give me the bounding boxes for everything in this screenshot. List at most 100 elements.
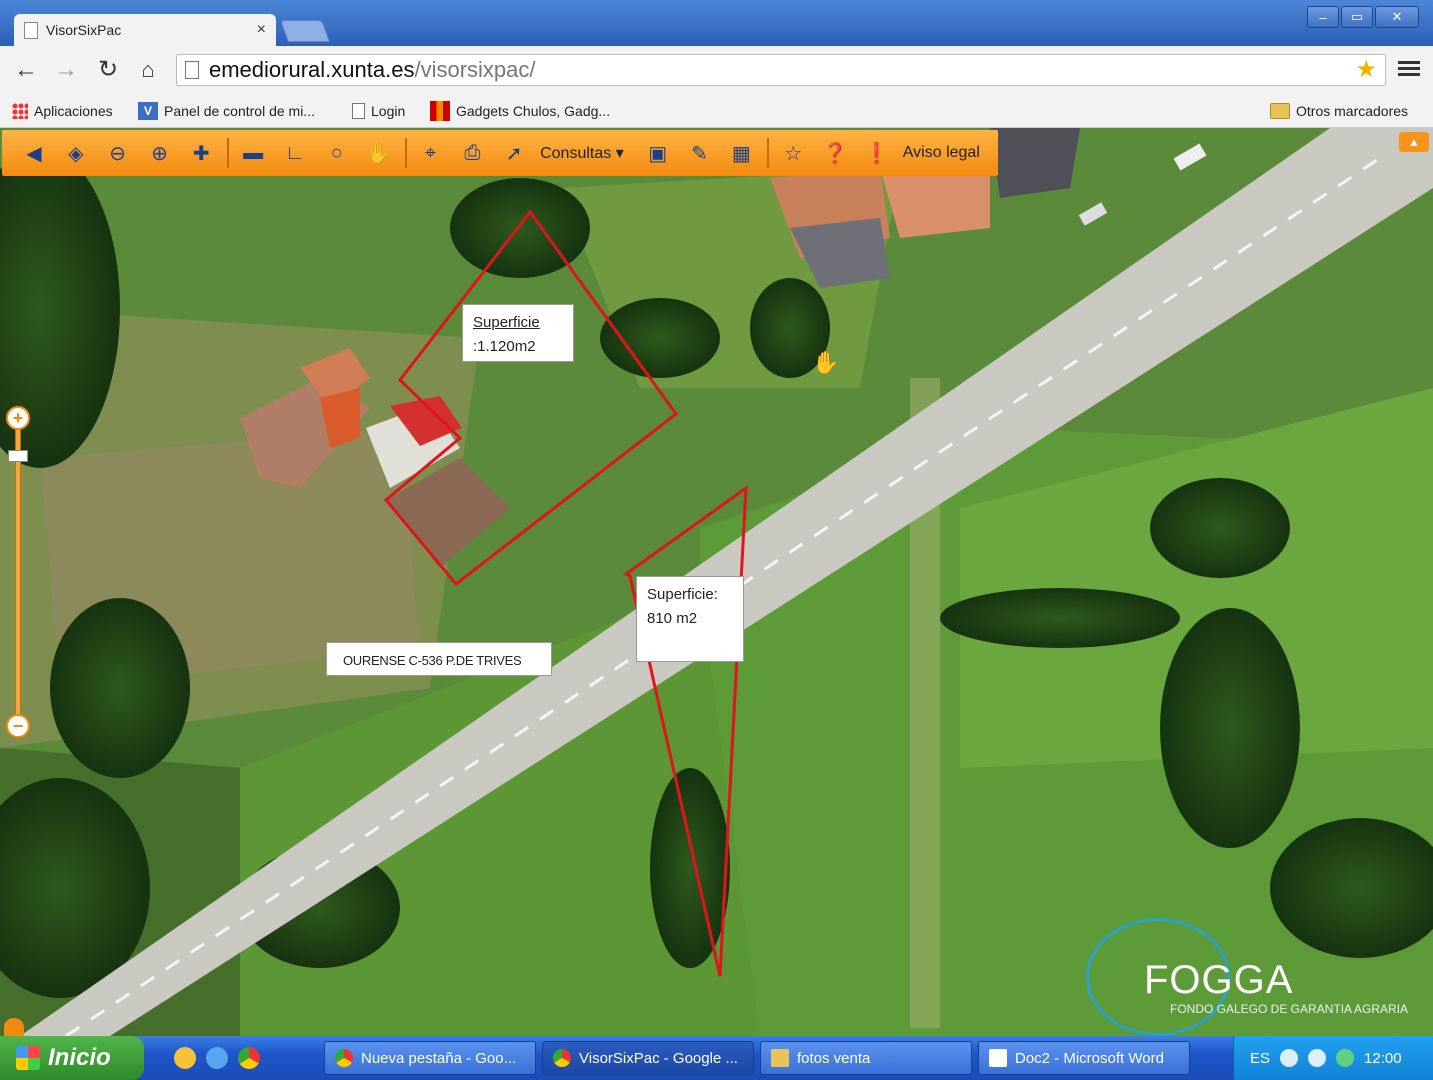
windows-logo-icon	[16, 1046, 40, 1070]
bookmarks-bar: Aplicaciones V Panel de control de mi...…	[0, 94, 1433, 128]
bookmark-apps[interactable]: Aplicaciones	[12, 100, 113, 122]
gadgets-icon	[430, 101, 450, 121]
map-viewer[interactable]: ◀ ◈ ⊖ ⊕ ✚ ▬ ∟ ○ ✋ ⌖ ⎙ ➚ Consultas ▾ ▣ ✎ …	[0, 128, 1433, 1036]
reload-icon[interactable]: ↻	[94, 56, 122, 84]
parcel-2-value: 810 m2	[647, 610, 698, 627]
chrome-menu-icon[interactable]	[1398, 58, 1420, 80]
start-button[interactable]: Inicio	[0, 1036, 144, 1080]
parcel-1-area-label: Superficie :1.120m2	[462, 304, 574, 362]
system-tray: ES 12:00	[1233, 1036, 1433, 1080]
back-arrow-icon[interactable]: ←	[12, 56, 40, 84]
measure-area-icon[interactable]: ○	[321, 137, 353, 169]
page-icon	[185, 61, 199, 79]
messenger-icon[interactable]	[174, 1047, 196, 1069]
zoom-minus-button[interactable]: −	[6, 714, 30, 738]
page-icon	[352, 103, 365, 119]
bookmark-label: Panel de control de mi...	[164, 103, 315, 119]
help-icon[interactable]: ❓	[819, 137, 851, 169]
bookmark-panel[interactable]: V Panel de control de mi...	[138, 100, 315, 122]
windows-taskbar: Inicio Nueva pestaña - Goo... VisorSixPa…	[0, 1036, 1433, 1080]
url-host: emediorural.xunta.es	[209, 57, 415, 82]
consultas-menu[interactable]: Consultas ▾	[540, 143, 624, 163]
measure-angle-icon[interactable]: ∟	[279, 137, 311, 169]
bookmark-login[interactable]: Login	[352, 100, 405, 122]
taskbar-item-new-tab[interactable]: Nueva pestaña - Goo...	[324, 1041, 536, 1075]
apps-icon	[12, 103, 28, 119]
map-thumbnail-icon[interactable]: ▦	[725, 137, 757, 169]
toolbar-separator	[767, 138, 770, 168]
start-label: Inicio	[48, 1044, 111, 1071]
bookmark-label: Gadgets Chulos, Gadg...	[456, 103, 611, 119]
hand-cursor-icon: ✋	[812, 350, 840, 375]
pan-hand-icon[interactable]: ✋	[363, 137, 395, 169]
ie-icon[interactable]	[206, 1047, 228, 1069]
toolbar-separator	[404, 138, 407, 168]
parcel-1-value: :1.120m2	[473, 338, 536, 355]
zoom-thumb[interactable]	[8, 450, 28, 462]
map-corner-handle[interactable]	[4, 1018, 24, 1036]
bookmark-label: Aplicaciones	[34, 103, 113, 119]
taskbar-item-fotos[interactable]: fotos venta	[760, 1041, 972, 1075]
taskbar-item-label: VisorSixPac - Google ...	[579, 1049, 738, 1067]
quick-launch	[174, 1047, 324, 1069]
zoom-out-icon[interactable]: ⊖	[102, 137, 134, 169]
url-path: /visorsixpac/	[414, 57, 536, 82]
bookmark-star-icon[interactable]: ★	[1355, 55, 1377, 85]
toolbar-separator	[227, 138, 230, 168]
folder-icon	[1270, 103, 1290, 119]
language-indicator[interactable]: ES	[1250, 1050, 1270, 1067]
crosshair-icon[interactable]: ✚	[185, 137, 217, 169]
aviso-legal-link[interactable]: Aviso legal	[903, 144, 980, 162]
volume-icon[interactable]	[1308, 1049, 1327, 1067]
print-icon[interactable]: ⎙	[456, 137, 488, 169]
close-window-button[interactable]: ✕	[1375, 6, 1419, 28]
parcel-1-title: Superficie	[473, 314, 540, 331]
v-icon: V	[138, 102, 158, 120]
forward-arrow-icon[interactable]: →	[52, 56, 80, 84]
toolbar-collapse-button[interactable]: ▲	[1399, 132, 1429, 152]
back-icon[interactable]: ◀	[18, 137, 50, 169]
parcel-2-area-label: Superficie: 810 m2	[636, 576, 744, 662]
taskbar-item-visorsixpac[interactable]: VisorSixPac - Google ...	[542, 1041, 754, 1075]
map-toolbar: ◀ ◈ ⊖ ⊕ ✚ ▬ ∟ ○ ✋ ⌖ ⎙ ➚ Consultas ▾ ▣ ✎ …	[2, 130, 998, 176]
word-icon	[989, 1049, 1007, 1067]
bookmark-label: Otros marcadores	[1296, 103, 1409, 119]
favorites-star-icon[interactable]: ☆	[777, 137, 809, 169]
page-icon	[24, 21, 38, 39]
measure-line-icon[interactable]: ▬	[237, 137, 269, 169]
binoculars-icon[interactable]: ◈	[60, 137, 92, 169]
layers-icon[interactable]: ▣	[642, 137, 674, 169]
new-tab-button[interactable]	[279, 20, 331, 42]
maximize-button[interactable]: ▭	[1341, 6, 1373, 28]
network-icon[interactable]	[1336, 1049, 1355, 1067]
parcel-2-title: Superficie:	[647, 586, 718, 603]
home-icon[interactable]: ⌂	[134, 56, 162, 84]
chrome-icon	[553, 1049, 571, 1067]
minimize-button[interactable]: –	[1307, 6, 1339, 28]
tab-title: VisorSixPac	[46, 22, 122, 38]
window-controls: – ▭ ✕	[1307, 6, 1419, 28]
road-label: OURENSE C-536 P.DE TRIVES	[326, 642, 552, 676]
taskbar-item-word[interactable]: Doc2 - Microsoft Word	[978, 1041, 1190, 1075]
chrome-icon	[335, 1049, 353, 1067]
fogga-logo: FOGGA FONDO GALEGO DE GARANTIA AGRARIA	[1082, 918, 1432, 1036]
alert-icon[interactable]: ❗	[861, 137, 893, 169]
tray-arrow-icon[interactable]	[1280, 1049, 1299, 1067]
edit-icon[interactable]: ✎	[684, 137, 716, 169]
logo-subtitle: FONDO GALEGO DE GARANTIA AGRARIA	[1170, 1002, 1409, 1016]
browser-navbar: ← → ↻ ⌂ emediorural.xunta.es/visorsixpac…	[0, 46, 1433, 94]
zoom-slider[interactable]: + −	[6, 406, 30, 738]
coordinates-icon[interactable]: ⌖	[415, 137, 447, 169]
zoom-in-icon[interactable]: ⊕	[144, 137, 176, 169]
chrome-icon[interactable]	[238, 1047, 260, 1069]
zoom-track[interactable]	[15, 422, 21, 716]
bookmark-gadgets[interactable]: Gadgets Chulos, Gadg...	[430, 100, 610, 122]
taskbar-item-label: fotos venta	[797, 1049, 871, 1067]
browser-tab[interactable]: VisorSixPac ×	[14, 14, 276, 46]
tab-close-icon[interactable]: ×	[257, 21, 266, 39]
zoom-plus-button[interactable]: +	[6, 406, 30, 430]
taskbar-item-label: Nueva pestaña - Goo...	[361, 1049, 517, 1067]
bookmark-other[interactable]: Otros marcadores	[1270, 100, 1408, 122]
address-bar[interactable]: emediorural.xunta.es/visorsixpac/ ★	[176, 54, 1386, 86]
identify-icon[interactable]: ➚	[498, 137, 530, 169]
